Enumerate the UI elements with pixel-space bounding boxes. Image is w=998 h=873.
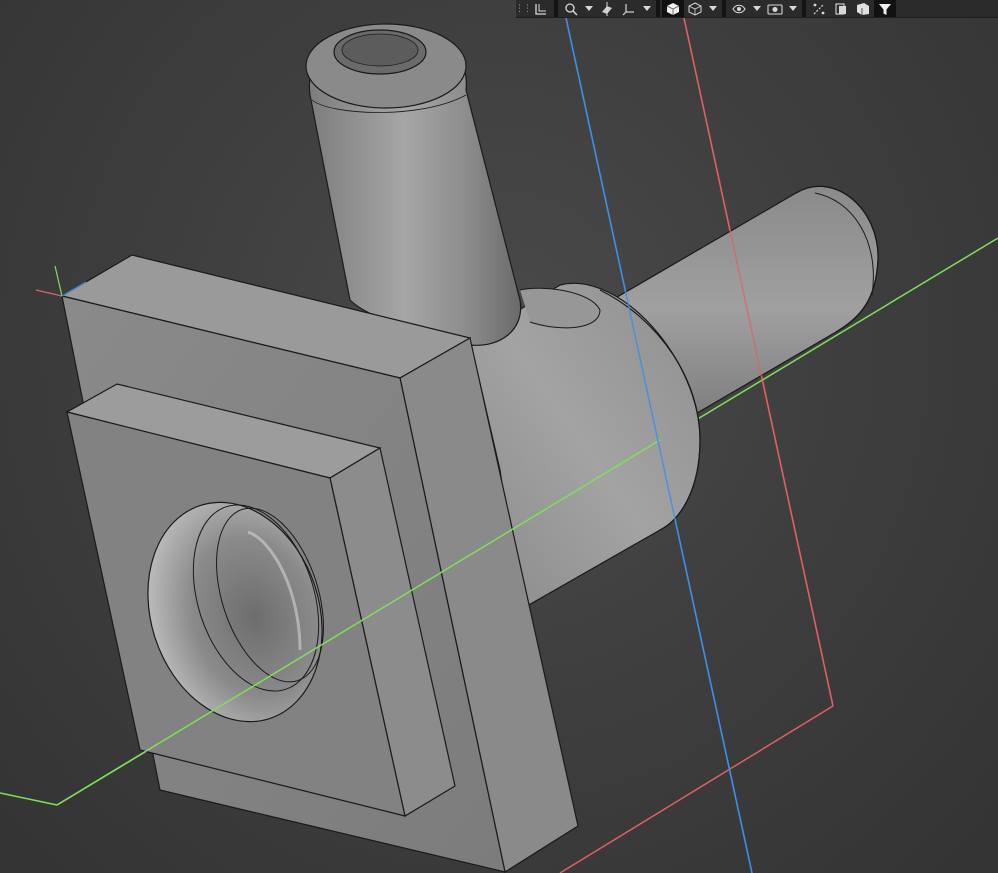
sketch-plane-icon xyxy=(535,3,546,15)
y-axis-line xyxy=(0,792,58,806)
zoom-button[interactable] xyxy=(560,0,582,17)
toolbar-divider xyxy=(722,0,726,17)
chevron-down-icon xyxy=(753,5,761,11)
3d-viewport[interactable]: ⋮⋮ xyxy=(0,0,998,873)
toolbar-divider xyxy=(554,0,558,17)
sheets-icon xyxy=(857,2,869,15)
view-style-dropdown[interactable] xyxy=(706,0,720,17)
chevron-down-icon xyxy=(709,5,717,11)
chevron-down-icon xyxy=(643,5,651,11)
shaded-cube-icon xyxy=(666,2,680,15)
measure-icon xyxy=(813,3,825,14)
zoom-dropdown[interactable] xyxy=(582,0,596,17)
eye-icon xyxy=(732,4,746,13)
hide-show-dropdown[interactable] xyxy=(750,0,764,17)
wireframe-cube-icon xyxy=(688,1,702,16)
view-toolbar: ⋮⋮ xyxy=(515,0,998,18)
sketch-plane-button[interactable] xyxy=(530,0,552,17)
toolbar-divider xyxy=(656,0,660,17)
sheets-button[interactable] xyxy=(852,0,874,17)
section-view-button[interactable] xyxy=(596,0,618,17)
filter-icon xyxy=(879,3,891,15)
zoom-icon xyxy=(565,2,578,16)
wireframe-view-button[interactable] xyxy=(684,0,706,17)
shaded-view-button[interactable] xyxy=(662,0,684,17)
filter-button[interactable] xyxy=(874,0,896,17)
grip-icon[interactable]: ⋮⋮ xyxy=(515,0,532,17)
triad-button[interactable] xyxy=(618,0,640,17)
section-view-icon xyxy=(602,1,612,16)
x-axis-line xyxy=(559,705,834,873)
render-dropdown[interactable] xyxy=(786,0,800,17)
scene-canvas[interactable] xyxy=(0,0,998,873)
triad-icon xyxy=(622,3,634,15)
chevron-down-icon xyxy=(585,5,593,11)
render-button[interactable] xyxy=(764,0,786,17)
appearance-icon xyxy=(835,2,846,15)
measure-button[interactable] xyxy=(808,0,830,17)
top-boss-tube[interactable] xyxy=(305,23,601,346)
camera-icon xyxy=(767,3,783,15)
chevron-down-icon xyxy=(789,5,797,11)
hide-show-button[interactable] xyxy=(728,0,750,17)
triad-dropdown[interactable] xyxy=(640,0,654,17)
appearance-button[interactable] xyxy=(830,0,852,17)
toolbar-divider xyxy=(802,0,806,17)
